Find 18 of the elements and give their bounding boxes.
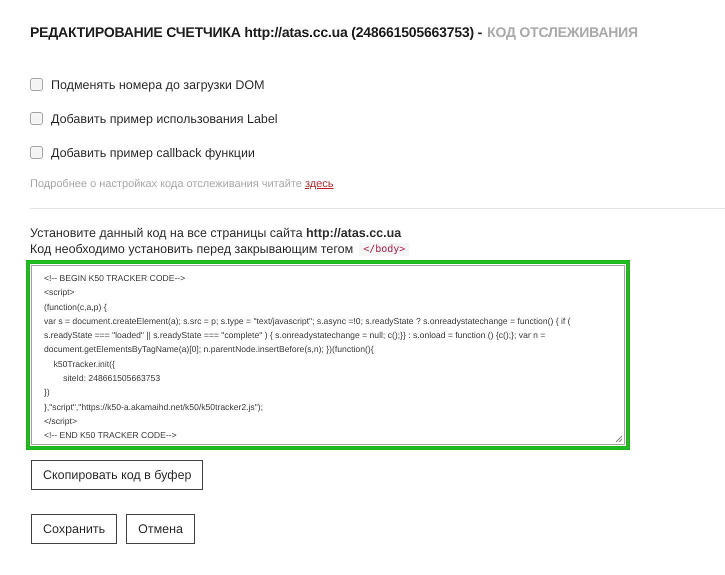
help-text: Подробнее о настройках кода отслеживания читайте: [30, 178, 302, 190]
page-title: РЕДАКТИРОВАНИЕ СЧЕТЧИКА http://atas.cc.ua (248661505663753) -: [30, 24, 482, 40]
page-subtitle: КОД ОТСЛЕЖИВАНИЯ: [487, 24, 638, 40]
install-instruction: Установите данный код на все страницы сайта http://atas.cc.ua: [30, 226, 402, 240]
checkbox[interactable]: [30, 78, 43, 91]
checkbox-label: Добавить пример callback функции: [51, 146, 255, 160]
checkbox-label: Подменять номера до загрузки DOM: [51, 78, 265, 92]
tag-code: </body>: [359, 242, 410, 256]
action-button[interactable]: Сохранить: [31, 514, 118, 544]
checkbox[interactable]: [30, 112, 43, 125]
resize-handle-icon[interactable]: [615, 435, 623, 443]
install-note: Код необходимо установить перед закрывающим тегом: [30, 242, 354, 256]
code-field[interactable]: <!-- BEGIN K50 TRACKER CODE--> <script> (function(c,a,p) { var s = document.createElement(a); s.src = p; s.type = "text/javascript"; s.async =!0; s.readyState ? s.onreadystatechange = function() { if ( s.readyState === "loaded" || s.readyState === "complete" ) { s.onreadystatechange = null; c();}} : s.onload = function () {c();}; var n = document.getElementsByTagName(a)[0]; n.parentNode.insertBefore(s,n); })(function(){ k50Tracker.init({ siteId: 248661505663753 }) },"script","https://k50-a.akamaihd.net/k50/k50tracker2.js"); </script> <!-- END K50 TRACKER CODE-->: [31, 265, 625, 445]
checkbox[interactable]: [30, 146, 43, 159]
checkbox-label: Добавить пример использования Label: [51, 112, 278, 126]
copy-button[interactable]: Скопировать код в буфер: [31, 460, 204, 490]
action-button[interactable]: Отмена: [126, 514, 195, 544]
help-link[interactable]: здесь: [304, 178, 334, 190]
